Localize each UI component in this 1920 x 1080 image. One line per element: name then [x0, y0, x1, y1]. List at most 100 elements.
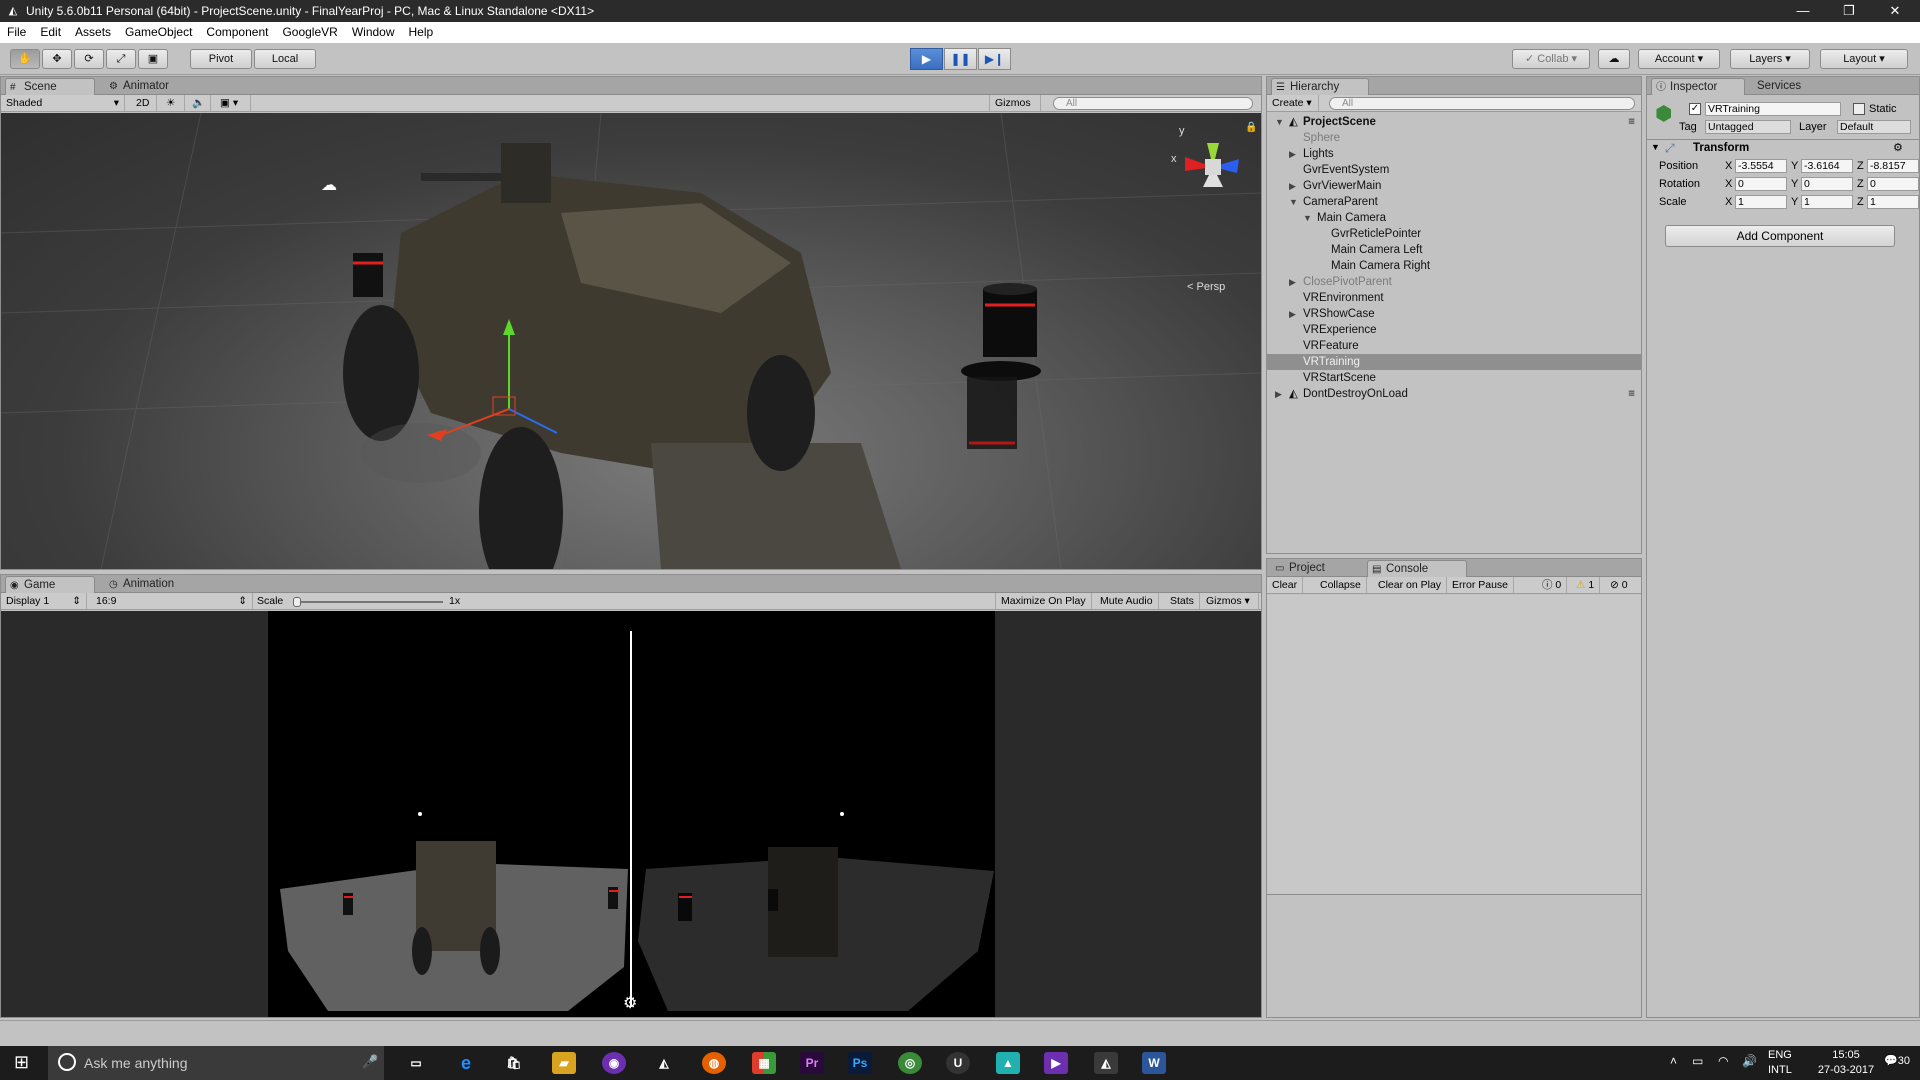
rotation-y-field[interactable]: 0: [1801, 177, 1853, 191]
scale-tool-icon[interactable]: ⤢: [106, 49, 136, 69]
minimize-button[interactable]: —: [1780, 0, 1826, 22]
layer-dropdown[interactable]: Default: [1837, 120, 1911, 134]
hierarchy-item[interactable]: VRFeature: [1267, 338, 1641, 354]
scene-menu-icon[interactable]: ≡: [1628, 386, 1635, 402]
media-app-icon[interactable]: ◉: [602, 1052, 626, 1074]
premiere-icon[interactable]: Pr: [800, 1052, 824, 1074]
edge-browser-icon[interactable]: e: [454, 1052, 478, 1074]
tab-scene[interactable]: # Scene: [5, 78, 95, 95]
display-dropdown[interactable]: Display 1 ⇕: [1, 593, 87, 609]
scale-z-field[interactable]: 1: [1867, 195, 1919, 209]
hierarchy-item[interactable]: ▶ Lights: [1267, 146, 1641, 162]
hierarchy-item[interactable]: ▶ ◭ ≡ DontDestroyOnLoad: [1267, 386, 1641, 402]
region-label[interactable]: INTL: [1768, 1064, 1792, 1076]
menu-help[interactable]: Help: [402, 22, 441, 43]
android-studio-icon[interactable]: ◎: [898, 1052, 922, 1074]
menu-file[interactable]: File: [0, 22, 33, 43]
hierarchy-item[interactable]: ▼ ◭ ≡ ProjectScene: [1267, 114, 1641, 130]
aspect-dropdown[interactable]: 16:9 ⇕: [91, 593, 253, 609]
menu-gameobject[interactable]: GameObject: [118, 22, 199, 43]
console-log-area[interactable]: [1267, 595, 1641, 895]
rotation-x-field[interactable]: 0: [1735, 177, 1787, 191]
expand-arrow-icon[interactable]: ▼: [1303, 210, 1312, 226]
tab-inspector[interactable]: ⓘ Inspector: [1651, 78, 1745, 95]
hand-tool-icon[interactable]: ✋: [10, 49, 40, 69]
transform-collapse-arrow[interactable]: ▼: [1651, 142, 1660, 152]
console-clear-button[interactable]: Clear: [1267, 577, 1304, 593]
hierarchy-item[interactable]: ▼ Main Camera: [1267, 210, 1641, 226]
tag-dropdown[interactable]: Untagged: [1705, 120, 1791, 134]
scale-slider[interactable]: [293, 597, 443, 607]
game-gizmos-dropdown[interactable]: Gizmos ▾: [1201, 593, 1259, 609]
step-button[interactable]: ▶❙: [978, 48, 1011, 70]
expand-arrow-icon[interactable]: ▼: [1275, 114, 1284, 130]
volume-icon[interactable]: 🔊: [1742, 1054, 1757, 1068]
menu-edit[interactable]: Edit: [33, 22, 68, 43]
shading-dropdown[interactable]: Shaded ▾: [1, 95, 125, 111]
photoshop-icon[interactable]: Ps: [848, 1052, 872, 1074]
close-button[interactable]: ✕: [1872, 0, 1918, 22]
local-toggle[interactable]: Local: [254, 49, 316, 69]
static-checkbox[interactable]: [1853, 103, 1865, 115]
scene-search-input[interactable]: All: [1053, 97, 1253, 110]
firefox-icon[interactable]: ◍: [702, 1052, 726, 1074]
menu-googlevr[interactable]: GoogleVR: [275, 22, 344, 43]
menu-assets[interactable]: Assets: [68, 22, 118, 43]
game-view[interactable]: ⚙: [1, 611, 1261, 1017]
file-explorer-icon[interactable]: ▰: [552, 1052, 576, 1074]
hierarchy-item[interactable]: ▶ ClosePivotParent: [1267, 274, 1641, 290]
scene-viewport[interactable]: y x 🔒 < Persp ☁: [1, 113, 1261, 569]
hierarchy-item[interactable]: GvrEventSystem: [1267, 162, 1641, 178]
layout-dropdown[interactable]: Layout ▾: [1820, 49, 1908, 69]
rotate-tool-icon[interactable]: ⟳: [74, 49, 104, 69]
scene-lock-icon[interactable]: 🔒: [1245, 122, 1257, 133]
clock-date[interactable]: 27-03-2017: [1808, 1064, 1884, 1076]
wifi-icon[interactable]: ◠: [1718, 1054, 1728, 1068]
scene-gizmos-dropdown[interactable]: Gizmos ▾: [989, 95, 1041, 125]
store-icon[interactable]: 🛍: [502, 1052, 526, 1074]
hierarchy-item[interactable]: Sphere: [1267, 130, 1641, 146]
hierarchy-item[interactable]: Main Camera Left: [1267, 242, 1641, 258]
hierarchy-search-input[interactable]: All: [1329, 97, 1635, 110]
scale-y-field[interactable]: 1: [1801, 195, 1853, 209]
maximize-button[interactable]: ❐: [1826, 0, 1872, 22]
add-component-button[interactable]: Add Component: [1665, 225, 1895, 247]
windows-start-icon[interactable]: ⊞: [14, 1052, 29, 1073]
hierarchy-item[interactable]: VREnvironment: [1267, 290, 1641, 306]
tab-services[interactable]: Services: [1751, 78, 1827, 95]
microphone-icon[interactable]: 🎤: [362, 1054, 378, 1070]
console-error-filter[interactable]: ⊘ 0: [1605, 577, 1633, 593]
effects-icon[interactable]: ▣ ▾: [215, 95, 251, 111]
menu-window[interactable]: Window: [345, 22, 402, 43]
expand-arrow-icon[interactable]: ▼: [1289, 194, 1298, 210]
visual-studio-icon[interactable]: ▶: [1044, 1052, 1068, 1074]
scale-slider-handle[interactable]: [293, 597, 301, 607]
2d-toggle[interactable]: 2D: [131, 95, 157, 111]
tray-chevron-icon[interactable]: ˄: [1670, 1054, 1677, 1068]
hierarchy-item[interactable]: ▶ VRShowCase: [1267, 306, 1641, 322]
menu-component[interactable]: Component: [199, 22, 275, 43]
maximize-on-play-toggle[interactable]: Maximize On Play: [995, 593, 1092, 609]
position-x-field[interactable]: -3.5554: [1735, 159, 1787, 173]
unity-taskbar-icon[interactable]: ◭: [652, 1052, 676, 1074]
account-dropdown[interactable]: Account ▾: [1638, 49, 1720, 69]
audio-icon[interactable]: 🔈: [187, 95, 211, 111]
pivot-toggle[interactable]: Pivot: [190, 49, 252, 69]
tab-project[interactable]: ▭ Project: [1271, 560, 1361, 577]
app-icon[interactable]: ▲: [996, 1052, 1020, 1074]
cloud-icon[interactable]: ☁: [1598, 49, 1630, 69]
unity-active-icon[interactable]: ◭: [1094, 1052, 1118, 1074]
hierarchy-item[interactable]: Main Camera Right: [1267, 258, 1641, 274]
tab-hierarchy[interactable]: ☰ Hierarchy: [1271, 78, 1369, 95]
hierarchy-item[interactable]: ▼ CameraParent: [1267, 194, 1641, 210]
cortana-search-box[interactable]: Ask me anything 🎤: [48, 1046, 384, 1080]
collapse-arrow-icon[interactable]: ▶: [1289, 306, 1296, 322]
language-label[interactable]: ENG: [1768, 1049, 1792, 1061]
move-tool-icon[interactable]: ✥: [42, 49, 72, 69]
hierarchy-create-dropdown[interactable]: Create ▾: [1267, 95, 1319, 111]
position-y-field[interactable]: -3.6164: [1801, 159, 1853, 173]
object-name-input[interactable]: VRTraining: [1705, 102, 1841, 116]
scene-menu-icon[interactable]: ≡: [1628, 114, 1635, 130]
collapse-arrow-icon[interactable]: ▶: [1289, 178, 1296, 194]
console-error-pause-toggle[interactable]: Error Pause: [1447, 577, 1515, 593]
